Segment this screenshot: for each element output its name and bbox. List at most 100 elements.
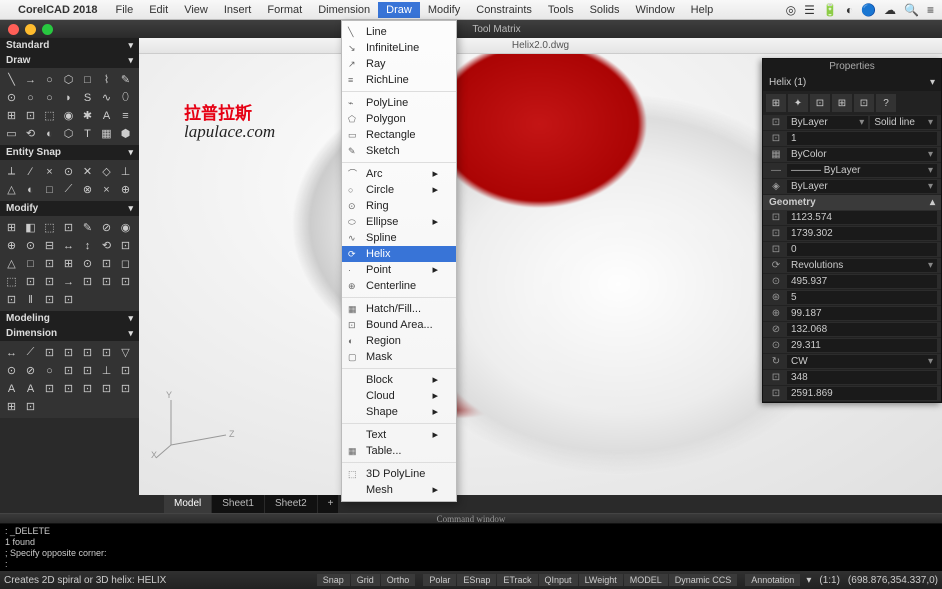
menu-item-hatchfill[interactable]: ▦Hatch/Fill...	[342, 301, 456, 317]
tool-button[interactable]: ⊕	[117, 181, 134, 198]
command-input[interactable]: : _DELETE1 found; Specify opposite corne…	[0, 524, 942, 572]
status-toggle-qinput[interactable]: QInput	[539, 574, 578, 586]
property-row[interactable]: ◈ByLayer	[763, 179, 941, 195]
battery-icon[interactable]: 🔋	[823, 3, 838, 17]
tool-button[interactable]: ⊡	[117, 273, 134, 290]
tool-button[interactable]: ⊡	[41, 344, 58, 361]
tool-button[interactable]: ▽	[117, 344, 134, 361]
tool-button[interactable]: →	[22, 71, 39, 88]
tool-button[interactable]: ◉	[60, 107, 77, 124]
tool-button[interactable]: ⊡	[60, 344, 77, 361]
palette-header-entity-snap[interactable]: Entity Snap▾	[0, 145, 139, 160]
menu-view[interactable]: View	[176, 2, 216, 18]
menu-item-polyline[interactable]: ⌁PolyLine	[342, 95, 456, 111]
menu-item-polygon[interactable]: ⬠Polygon	[342, 111, 456, 127]
property-row[interactable]: ⊡0	[763, 242, 941, 258]
tool-button[interactable]: ×	[98, 181, 115, 198]
menu-item-circle[interactable]: ○Circle▸	[342, 182, 456, 198]
tool-button[interactable]: △	[3, 255, 20, 272]
tool-button[interactable]: ⊡	[60, 291, 77, 308]
menu-item-text[interactable]: Text▸	[342, 427, 456, 443]
minimize-button[interactable]	[25, 24, 36, 35]
tool-button[interactable]: ∕	[22, 163, 39, 180]
tool-button[interactable]: ⊡	[60, 380, 77, 397]
tool-button[interactable]: □	[79, 71, 96, 88]
menu-item-table[interactable]: ▦Table...	[342, 443, 456, 459]
menu-draw[interactable]: Draw	[378, 2, 420, 18]
status-toggle-model[interactable]: MODEL	[624, 574, 668, 586]
tool-button[interactable]: ⬡	[60, 125, 77, 142]
menu-item-block[interactable]: Block▸	[342, 372, 456, 388]
tool-button[interactable]: ⟂	[3, 163, 20, 180]
tool-button[interactable]: →	[60, 273, 77, 290]
tool-button[interactable]: ⊡	[98, 380, 115, 397]
tool-button[interactable]: ⬯	[117, 89, 134, 106]
tool-button[interactable]: ⬡	[60, 71, 77, 88]
tool-button[interactable]: ⊡	[98, 273, 115, 290]
cloud-icon[interactable]: ☁	[884, 3, 896, 17]
tool-button[interactable]: ⊡	[41, 380, 58, 397]
menu-item-cloud[interactable]: Cloud▸	[342, 388, 456, 404]
menu-item-rectangle[interactable]: ▭Rectangle	[342, 127, 456, 143]
menu-item-ellipse[interactable]: ⬭Ellipse▸	[342, 214, 456, 230]
property-row[interactable]: ⊘132.068	[763, 322, 941, 338]
tool-button[interactable]: ╲	[3, 71, 20, 88]
tool-button[interactable]: ✱	[79, 107, 96, 124]
zoom-button[interactable]	[42, 24, 53, 35]
tool-button[interactable]: □	[41, 181, 58, 198]
tool-button[interactable]: ○	[41, 71, 58, 88]
status-toggle-esnap[interactable]: ESnap	[457, 574, 496, 586]
status-toggle-etrack[interactable]: ETrack	[497, 574, 537, 586]
tool-button[interactable]: ⊡	[79, 344, 96, 361]
tool-button[interactable]: ○	[22, 89, 39, 106]
tool-button[interactable]: ⟲	[98, 237, 115, 254]
menu-item-ray[interactable]: ↗Ray	[342, 56, 456, 72]
selection-dropdown[interactable]: Helix (1)▾	[763, 74, 941, 91]
menu-icon[interactable]: ≡	[927, 3, 934, 17]
tool-button[interactable]: ⊡	[79, 273, 96, 290]
close-button[interactable]	[8, 24, 19, 35]
tool-button[interactable]: ◻	[117, 255, 134, 272]
property-row[interactable]: ⊙29.311	[763, 338, 941, 354]
palette-header-modify[interactable]: Modify▾	[0, 201, 139, 216]
tool-button[interactable]: ◐	[22, 181, 39, 198]
tool-button[interactable]: ⊡	[60, 219, 77, 236]
tool-button[interactable]: ⊘	[22, 362, 39, 379]
property-row[interactable]: ⊡1	[763, 131, 941, 147]
app-name[interactable]: CorelCAD 2018	[18, 4, 97, 16]
property-row[interactable]: ⊡2591.869	[763, 386, 941, 402]
status-scale[interactable]: (1:1)	[819, 575, 840, 586]
tool-button[interactable]: ▭	[3, 125, 20, 142]
tool-button[interactable]: ⊞	[3, 107, 20, 124]
status-toggle-grid[interactable]: Grid	[351, 574, 380, 586]
tool-button[interactable]: ⊡	[41, 291, 58, 308]
status-toggle-annotation[interactable]: Annotation	[745, 574, 800, 586]
tool-button[interactable]: ⊙	[3, 362, 20, 379]
property-row[interactable]: ———— ByLayer	[763, 163, 941, 179]
tool-button[interactable]: ⊡	[117, 380, 134, 397]
tool-button[interactable]: ○	[41, 362, 58, 379]
status-toggle-lweight[interactable]: LWeight	[579, 574, 623, 586]
tool-button[interactable]: ✎	[117, 71, 134, 88]
menu-item-point[interactable]: ·Point▸	[342, 262, 456, 278]
tool-button[interactable]: ⊙	[60, 163, 77, 180]
tool-button[interactable]: S	[79, 89, 96, 106]
tool-button[interactable]: ⊟	[41, 237, 58, 254]
menu-solids[interactable]: Solids	[582, 2, 628, 18]
tool-button[interactable]: ↔	[60, 237, 77, 254]
tool-button[interactable]: ⊡	[98, 344, 115, 361]
menu-insert[interactable]: Insert	[216, 2, 260, 18]
tool-button[interactable]: ⊡	[117, 237, 134, 254]
tool-button[interactable]: ↔	[3, 344, 20, 361]
tool-button[interactable]: T	[79, 125, 96, 142]
tool-button[interactable]: ▦	[98, 125, 115, 142]
tool-button[interactable]: ⊞	[3, 219, 20, 236]
menu-item-richline[interactable]: ≡RichLine	[342, 72, 456, 88]
prop-tool-button[interactable]: ⊡	[810, 94, 830, 112]
status-toggle-polar[interactable]: Polar	[423, 574, 456, 586]
tool-button[interactable]: ◐	[41, 125, 58, 142]
tool-button[interactable]: □	[22, 255, 39, 272]
menu-constraints[interactable]: Constraints	[468, 2, 540, 18]
property-row[interactable]: ▦ByColor	[763, 147, 941, 163]
tool-button[interactable]: ⊡	[3, 291, 20, 308]
